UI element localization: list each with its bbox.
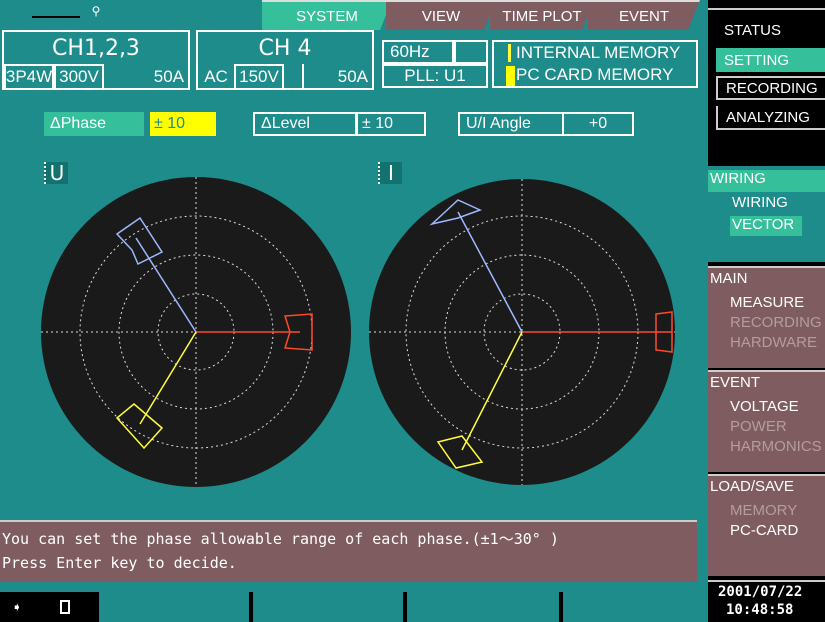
menu-analyzing[interactable]: ANALYZING <box>716 106 825 130</box>
i-vector-chart <box>369 179 675 485</box>
main-item-recording[interactable]: RECORDING <box>730 314 822 331</box>
softkey-4[interactable] <box>560 592 711 622</box>
main-item-hardware[interactable]: HARDWARE <box>730 334 817 351</box>
softkey-1[interactable] <box>96 592 249 622</box>
event-item-harmonics[interactable]: HARMONICS <box>730 438 822 455</box>
vector-charts <box>41 177 675 487</box>
clock-time: 10:48:58 <box>726 602 794 618</box>
softkey-2[interactable] <box>250 592 403 622</box>
clock-box: 2001/07/22 10:48:58 <box>708 580 825 622</box>
u-vector-chart <box>41 177 351 487</box>
menu-recording[interactable]: RECORDING <box>716 76 825 100</box>
help-message-line2: Press Enter key to decide. <box>2 554 237 572</box>
power-plug-icon: ➧ <box>12 597 22 617</box>
main-head[interactable]: MAIN <box>710 270 748 287</box>
clock-date: 2001/07/22 <box>718 584 803 600</box>
menu-status[interactable]: STATUS <box>716 18 825 42</box>
help-message-line1: You can set the phase allowable range of… <box>2 530 559 548</box>
main-section: MAIN MEASURE RECORDING HARDWARE <box>708 266 825 368</box>
wiring-section: WIRING WIRING VECTOR <box>708 166 825 262</box>
main-item-measure[interactable]: MEASURE <box>730 294 804 311</box>
softkey-3[interactable] <box>404 592 559 622</box>
pc-card-icon <box>60 600 70 614</box>
event-item-power[interactable]: POWER <box>730 418 787 435</box>
load-save-head[interactable]: LOAD/SAVE <box>710 478 794 495</box>
load-save-section: LOAD/SAVE MEMORY PC-CARD <box>708 474 825 576</box>
wiring-item-vector[interactable]: VECTOR <box>730 216 802 236</box>
status-menu: STATUS SETTING RECORDING ANALYZING <box>708 8 825 138</box>
wiring-head[interactable]: WIRING <box>708 170 825 192</box>
wiring-item-wiring[interactable]: WIRING <box>732 194 788 211</box>
load-item-pc-card[interactable]: PC-CARD <box>730 522 798 539</box>
load-item-memory[interactable]: MEMORY <box>730 502 797 519</box>
event-section: EVENT VOLTAGE POWER HARMONICS <box>708 370 825 472</box>
event-head[interactable]: EVENT <box>710 374 760 391</box>
event-item-voltage[interactable]: VOLTAGE <box>730 398 799 415</box>
help-message-box: You can set the phase allowable range of… <box>0 520 697 582</box>
menu-setting[interactable]: SETTING <box>716 48 825 72</box>
